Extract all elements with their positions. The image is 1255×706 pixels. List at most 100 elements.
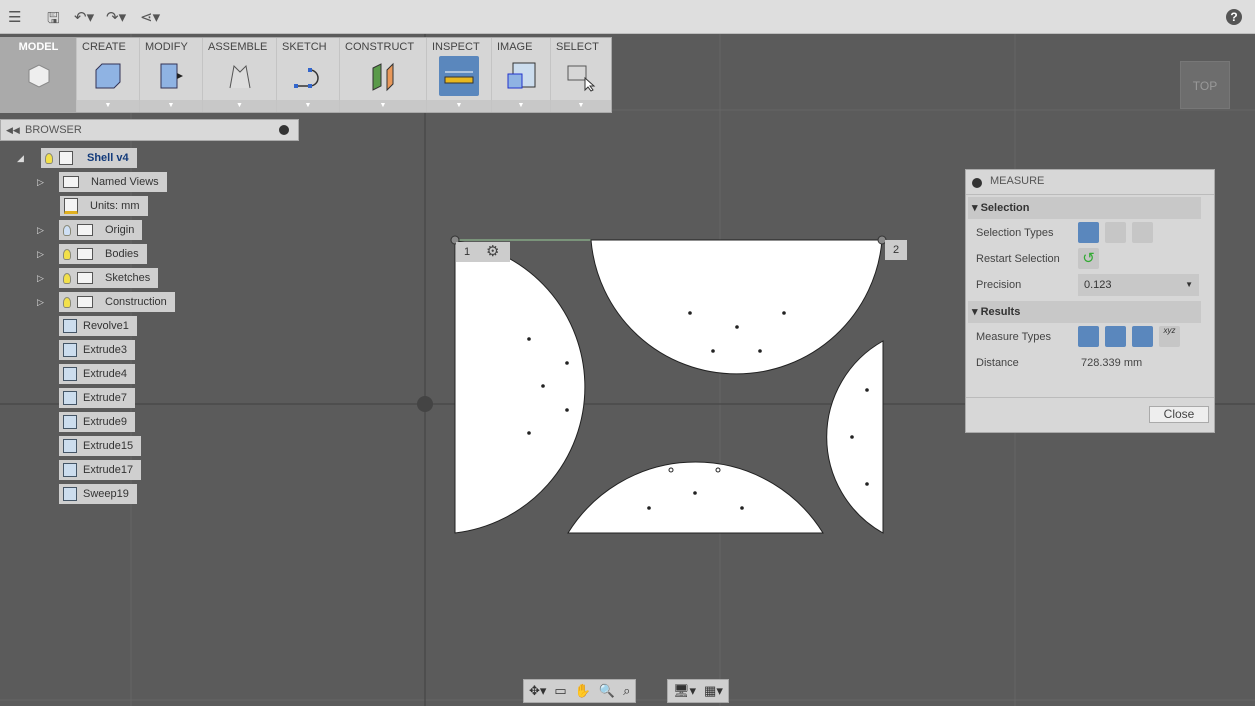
measure-area-icon[interactable] [1132, 326, 1153, 347]
tool-sketch[interactable]: SKETCH ▼ [277, 38, 340, 112]
expand-arrow-icon[interactable]: ▷ [37, 225, 44, 236]
gear-icon[interactable]: ⚙ [486, 242, 499, 262]
expand-arrow-icon[interactable]: ▷ [37, 297, 44, 308]
browser-header[interactable]: ◀◀ BROWSER [0, 119, 299, 141]
precision-select[interactable]: 0.123 ▼ [1078, 274, 1199, 296]
share-icon[interactable]: ⋖▾ [140, 8, 160, 26]
folder-icon [63, 176, 79, 188]
viewcube-top[interactable]: TOP [1180, 61, 1230, 109]
menu-icon[interactable]: ☰ [8, 8, 21, 26]
model-cube-icon [28, 64, 49, 88]
lightbulb-icon[interactable] [45, 152, 53, 164]
tool-create[interactable]: CREATE ▼ [77, 38, 140, 112]
point-marker-2: 2 [885, 240, 907, 260]
minimize-icon[interactable] [279, 125, 289, 135]
timeline-feature[interactable]: Revolve1 [59, 316, 137, 336]
navigation-bar: ✥▾ ▭ ✋ 🔍 ⌕ [523, 679, 637, 703]
minimize-icon[interactable] [972, 178, 982, 188]
timeline-feature[interactable]: Extrude9 [59, 412, 136, 432]
select-face-icon[interactable] [1078, 222, 1099, 243]
undo-icon[interactable]: ↶▾ [74, 8, 94, 26]
browser-item-bodies[interactable]: Bodies [59, 244, 147, 264]
tool-image[interactable]: IMAGE ▼ [492, 38, 551, 112]
press-pull-icon [160, 63, 183, 89]
restart-icon[interactable]: ↺ [1078, 248, 1099, 269]
top-half-disc [590, 239, 883, 375]
help-icon[interactable]: ? [1226, 9, 1242, 25]
extrude-icon [63, 343, 77, 357]
section-results[interactable]: ▾ Results [968, 301, 1201, 323]
section-selection[interactable]: ▾ Selection [968, 197, 1201, 219]
toolbar: MODEL CREATE ▼ MODIFY ▼ ASSEMBLE ▼ SKETCH ▼ … [0, 37, 612, 113]
zoom-icon[interactable]: 🔍 [599, 683, 615, 699]
extrude-icon [63, 415, 77, 429]
measure-angle-icon[interactable] [1105, 326, 1126, 347]
tool-modify[interactable]: MODIFY ▼ [140, 38, 203, 112]
close-button[interactable]: Close [1149, 406, 1209, 423]
measure-xyz-icon[interactable]: xyz [1159, 326, 1180, 347]
folder-icon [77, 272, 93, 284]
extrude-icon [63, 439, 77, 453]
tool-construct[interactable]: CONSTRUCT ▼ [340, 38, 427, 112]
sketch-arc-icon [294, 68, 319, 88]
folder-icon [77, 248, 93, 260]
save-icon[interactable]: 🖫 [47, 8, 60, 33]
timeline-feature[interactable]: Extrude17 [59, 460, 142, 480]
joint-icon [229, 64, 250, 89]
box-icon [95, 63, 121, 89]
workspace-model[interactable]: MODEL [1, 38, 77, 112]
measure-ruler-icon [439, 56, 479, 96]
lightbulb-icon[interactable] [63, 248, 71, 260]
timeline-feature[interactable]: Extrude7 [59, 388, 136, 408]
pan-hand-icon[interactable]: ✋ [575, 683, 591, 699]
look-at-icon[interactable]: ▭ [554, 683, 566, 699]
timeline-feature[interactable]: Extrude3 [59, 340, 136, 360]
orbit-icon[interactable]: ✥▾ [529, 683, 546, 699]
grid-settings-icon[interactable]: ▦▾ [704, 683, 723, 699]
lightbulb-icon[interactable] [63, 272, 71, 284]
revolve-icon [63, 319, 77, 333]
origin-marker [417, 396, 433, 412]
tool-assemble[interactable]: ASSEMBLE ▼ [203, 38, 277, 112]
fit-icon[interactable]: ⌕ [623, 683, 630, 699]
browser-item-named-views[interactable]: Named Views [59, 172, 167, 192]
expand-arrow-icon[interactable]: ▷ [37, 249, 44, 260]
component-icon [59, 151, 73, 165]
timeline-feature[interactable]: Extrude15 [59, 436, 142, 456]
render-image-icon [507, 62, 536, 89]
browser-item-origin[interactable]: Origin [59, 220, 143, 240]
browser-item-units[interactable]: Units: mm [60, 196, 148, 216]
bottom-segment [567, 461, 824, 534]
redo-icon[interactable]: ↷▾ [106, 8, 126, 26]
top-bar: ☰ 🖫 ↶▾ ↷▾ ⋖▾ ? [0, 0, 1255, 34]
collapse-icon[interactable]: ◀◀ [6, 120, 20, 140]
timeline-feature[interactable]: Sweep19 [59, 484, 137, 504]
sweep-icon [63, 487, 77, 501]
select-window-icon [567, 65, 596, 92]
expand-arrow-icon[interactable]: ▷ [37, 177, 44, 188]
extrude-icon [63, 367, 77, 381]
browser-root[interactable]: Shell v4 [41, 148, 137, 168]
tool-select[interactable]: SELECT ▼ [551, 38, 611, 112]
expand-arrow-icon[interactable]: ▷ [37, 273, 44, 284]
extrude-icon [63, 463, 77, 477]
collapse-arrow-icon[interactable]: ◢ [17, 153, 24, 164]
units-doc-icon [64, 198, 78, 214]
timeline-feature[interactable]: Extrude4 [59, 364, 136, 384]
display-settings-icon[interactable]: 🖥▾ [673, 683, 696, 699]
folder-icon [77, 296, 93, 308]
browser-item-sketches[interactable]: Sketches [59, 268, 159, 288]
select-body-icon[interactable] [1105, 222, 1126, 243]
folder-icon [77, 224, 93, 236]
plane-icon [372, 62, 394, 92]
select-component-icon[interactable] [1132, 222, 1153, 243]
extrude-icon [63, 391, 77, 405]
measure-distance-icon[interactable] [1078, 326, 1099, 347]
lightbulb-icon[interactable] [63, 296, 71, 308]
point-marker-1[interactable]: 1 ⚙ [456, 242, 510, 262]
tool-inspect[interactable]: INSPECT ▼ [427, 38, 492, 112]
left-half-disc [454, 240, 586, 534]
browser-item-construction[interactable]: Construction [59, 292, 175, 312]
lightbulb-icon[interactable] [63, 224, 71, 236]
right-segment [826, 340, 884, 534]
